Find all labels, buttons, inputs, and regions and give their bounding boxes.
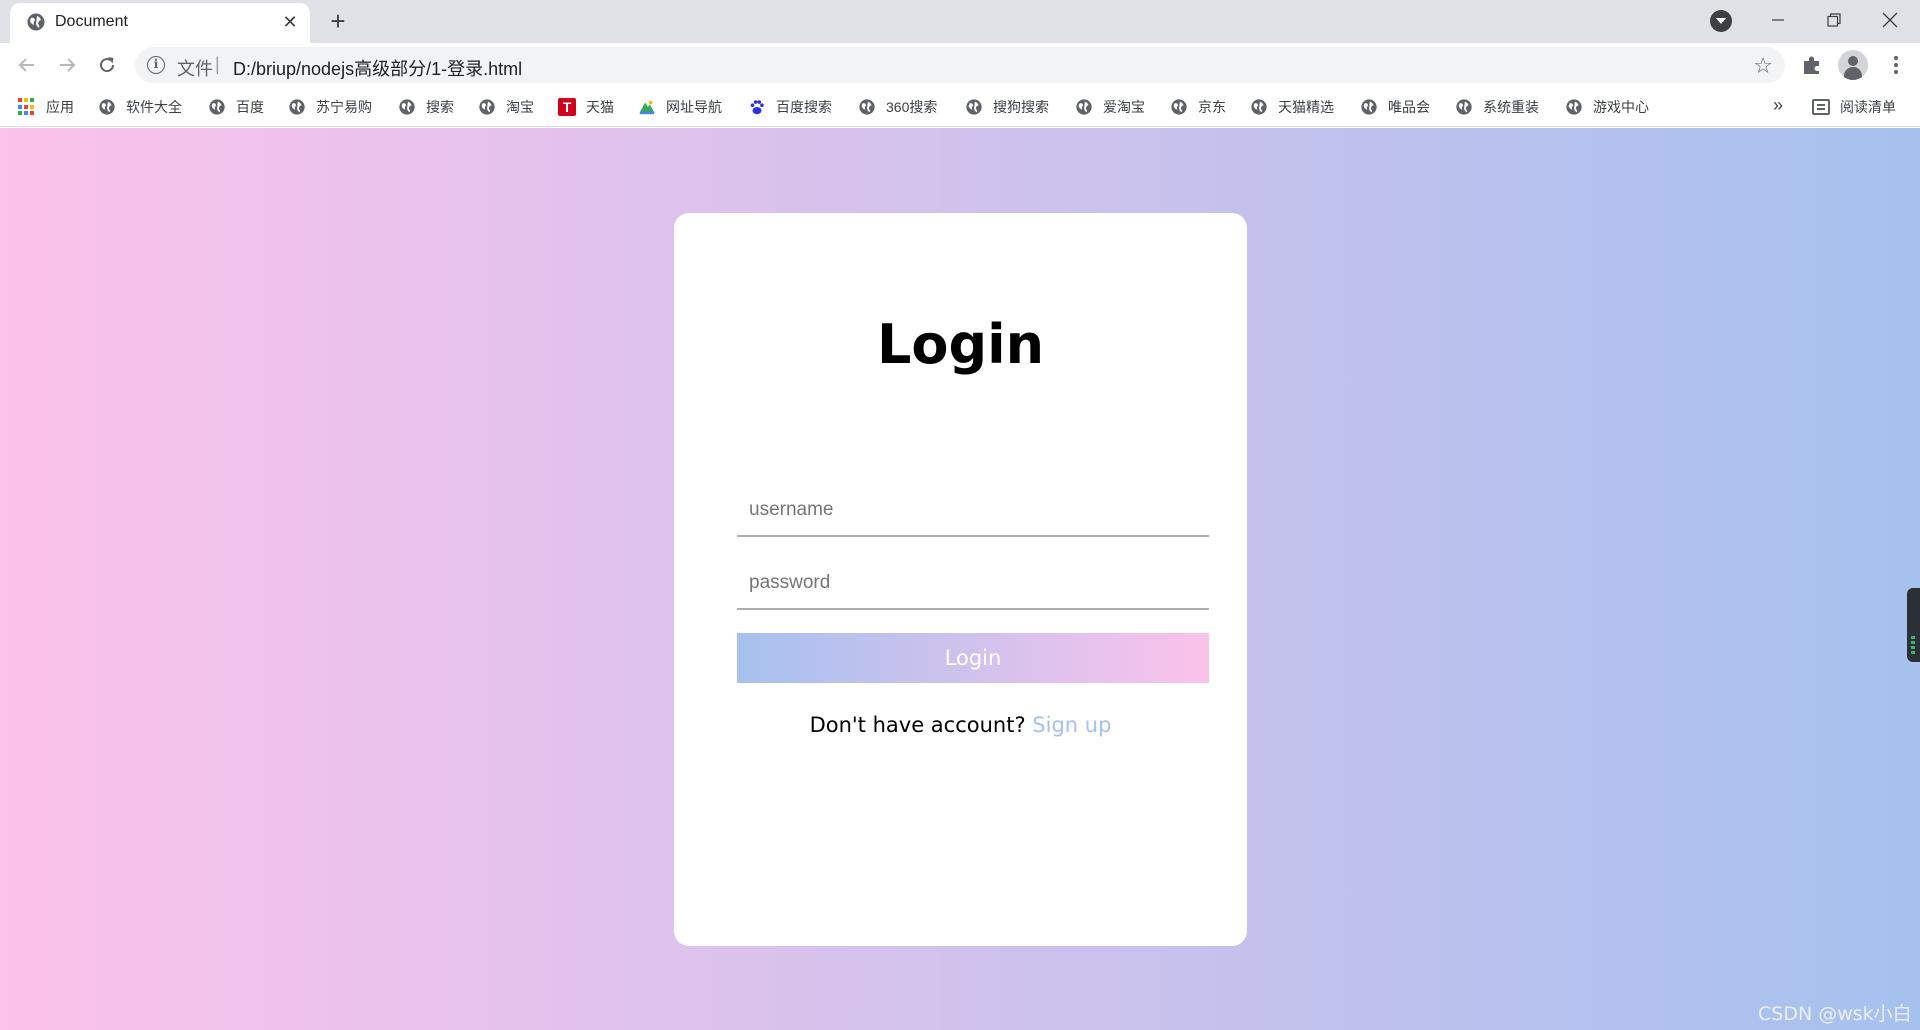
tab-strip: Document ✕ + bbox=[0, 0, 1920, 43]
login-title: Login bbox=[876, 313, 1045, 376]
bookmark-star-icon[interactable]: ☆ bbox=[1753, 53, 1773, 79]
bookmarks-overflow-button[interactable]: » bbox=[1773, 95, 1783, 116]
globe-icon bbox=[99, 99, 115, 115]
bookmark-item[interactable]: 360搜索 bbox=[858, 95, 937, 119]
browser-tab[interactable]: Document ✕ bbox=[10, 3, 310, 43]
minimize-button[interactable] bbox=[1750, 0, 1806, 40]
apps-icon bbox=[18, 98, 36, 116]
address-separator: | bbox=[215, 54, 220, 74]
nav-site-icon bbox=[639, 100, 655, 115]
window-close-icon bbox=[1882, 12, 1898, 28]
address-bar[interactable]: i 文件 | D:/briup/nodejs高级部分/1-登录.html ☆ bbox=[135, 47, 1785, 83]
globe-icon bbox=[209, 99, 225, 115]
signup-link[interactable]: Sign up bbox=[1032, 713, 1111, 737]
login-card: Login Login Don't have account? Sign up bbox=[674, 213, 1247, 946]
new-tab-button[interactable]: + bbox=[323, 6, 353, 36]
restore-button[interactable] bbox=[1806, 0, 1862, 40]
bookmark-item[interactable]: 淘宝 bbox=[478, 95, 534, 119]
bookmark-item[interactable]: 百度 bbox=[208, 95, 264, 119]
tab-search-icon[interactable] bbox=[1710, 10, 1732, 32]
window-close-button[interactable] bbox=[1862, 0, 1918, 40]
bookmark-item[interactable]: 天猫精选 bbox=[1250, 95, 1334, 119]
profile-avatar[interactable] bbox=[1838, 50, 1868, 80]
globe-icon bbox=[399, 99, 415, 115]
globe-icon bbox=[1171, 99, 1187, 115]
bookmark-item[interactable]: 百度搜索 bbox=[748, 95, 832, 119]
bookmark-item[interactable]: 苏宁易购 bbox=[288, 95, 372, 119]
bookmark-item[interactable]: 搜索 bbox=[398, 95, 454, 119]
browser-toolbar: i 文件 | D:/briup/nodejs高级部分/1-登录.html ☆ bbox=[0, 43, 1920, 87]
info-icon[interactable]: i bbox=[147, 56, 165, 74]
globe-icon bbox=[1251, 99, 1267, 115]
bookmark-apps[interactable]: 应用 bbox=[18, 95, 74, 119]
globe-icon bbox=[1361, 99, 1377, 115]
reading-list-button[interactable]: 阅读清单 bbox=[1812, 95, 1896, 119]
globe-icon bbox=[1566, 99, 1582, 115]
bookmark-item[interactable]: 软件大全 bbox=[98, 95, 182, 119]
forward-button[interactable] bbox=[51, 49, 83, 81]
username-input[interactable] bbox=[737, 485, 1209, 537]
watermark: CSDN @wsk小白 bbox=[1758, 1003, 1912, 1025]
bookmarks-bar: 应用 软件大全 百度 苏宁易购 搜索 淘宝 T 天猫 网址导航 百度搜索 360… bbox=[0, 87, 1920, 127]
globe-icon bbox=[479, 99, 495, 115]
tmall-icon: T bbox=[558, 98, 576, 116]
bookmark-item[interactable]: 搜狗搜索 bbox=[965, 95, 1049, 119]
signup-row: Don't have account? Sign up bbox=[674, 713, 1247, 737]
url-text[interactable]: D:/briup/nodejs高级部分/1-登录.html bbox=[233, 55, 522, 81]
login-button[interactable]: Login bbox=[737, 633, 1209, 683]
arrow-left-icon bbox=[18, 58, 34, 72]
tab-close-icon[interactable]: ✕ bbox=[278, 10, 302, 34]
globe-icon bbox=[966, 99, 982, 115]
back-button[interactable] bbox=[11, 49, 43, 81]
reload-icon bbox=[100, 57, 115, 73]
avatar-head bbox=[1848, 56, 1858, 66]
bookmark-item[interactable]: 唯品会 bbox=[1360, 95, 1430, 119]
globe-icon bbox=[27, 13, 45, 31]
signup-prompt: Don't have account? bbox=[809, 713, 1026, 737]
minimize-icon bbox=[1772, 19, 1784, 21]
reload-button[interactable] bbox=[91, 49, 123, 81]
arrow-right-icon bbox=[60, 58, 76, 72]
reading-list-icon bbox=[1812, 99, 1830, 115]
globe-icon bbox=[1076, 99, 1092, 115]
bookmark-item[interactable]: T 天猫 bbox=[558, 95, 614, 119]
bookmark-item[interactable]: 爱淘宝 bbox=[1075, 95, 1145, 119]
baidu-paw-icon bbox=[750, 100, 764, 115]
scheme-label: 文件 bbox=[177, 59, 213, 79]
page-background: Login Login Don't have account? Sign up bbox=[0, 128, 1920, 1030]
extensions-puzzle-icon[interactable] bbox=[1800, 53, 1824, 77]
bookmark-item[interactable]: 系统重装 bbox=[1455, 95, 1539, 119]
globe-icon bbox=[289, 99, 305, 115]
side-panel-handle[interactable] bbox=[1907, 588, 1920, 662]
more-menu-icon[interactable] bbox=[1884, 53, 1908, 77]
globe-icon bbox=[1456, 99, 1472, 115]
tab-title: Document bbox=[55, 13, 128, 30]
password-input[interactable] bbox=[737, 558, 1209, 610]
bookmark-item[interactable]: 京东 bbox=[1170, 95, 1226, 119]
restore-icon bbox=[1827, 13, 1841, 27]
bookmark-item[interactable]: 网址导航 bbox=[638, 95, 722, 119]
globe-icon bbox=[859, 99, 875, 115]
avatar-body bbox=[1844, 67, 1862, 80]
bookmark-item[interactable]: 游戏中心 bbox=[1565, 95, 1649, 119]
